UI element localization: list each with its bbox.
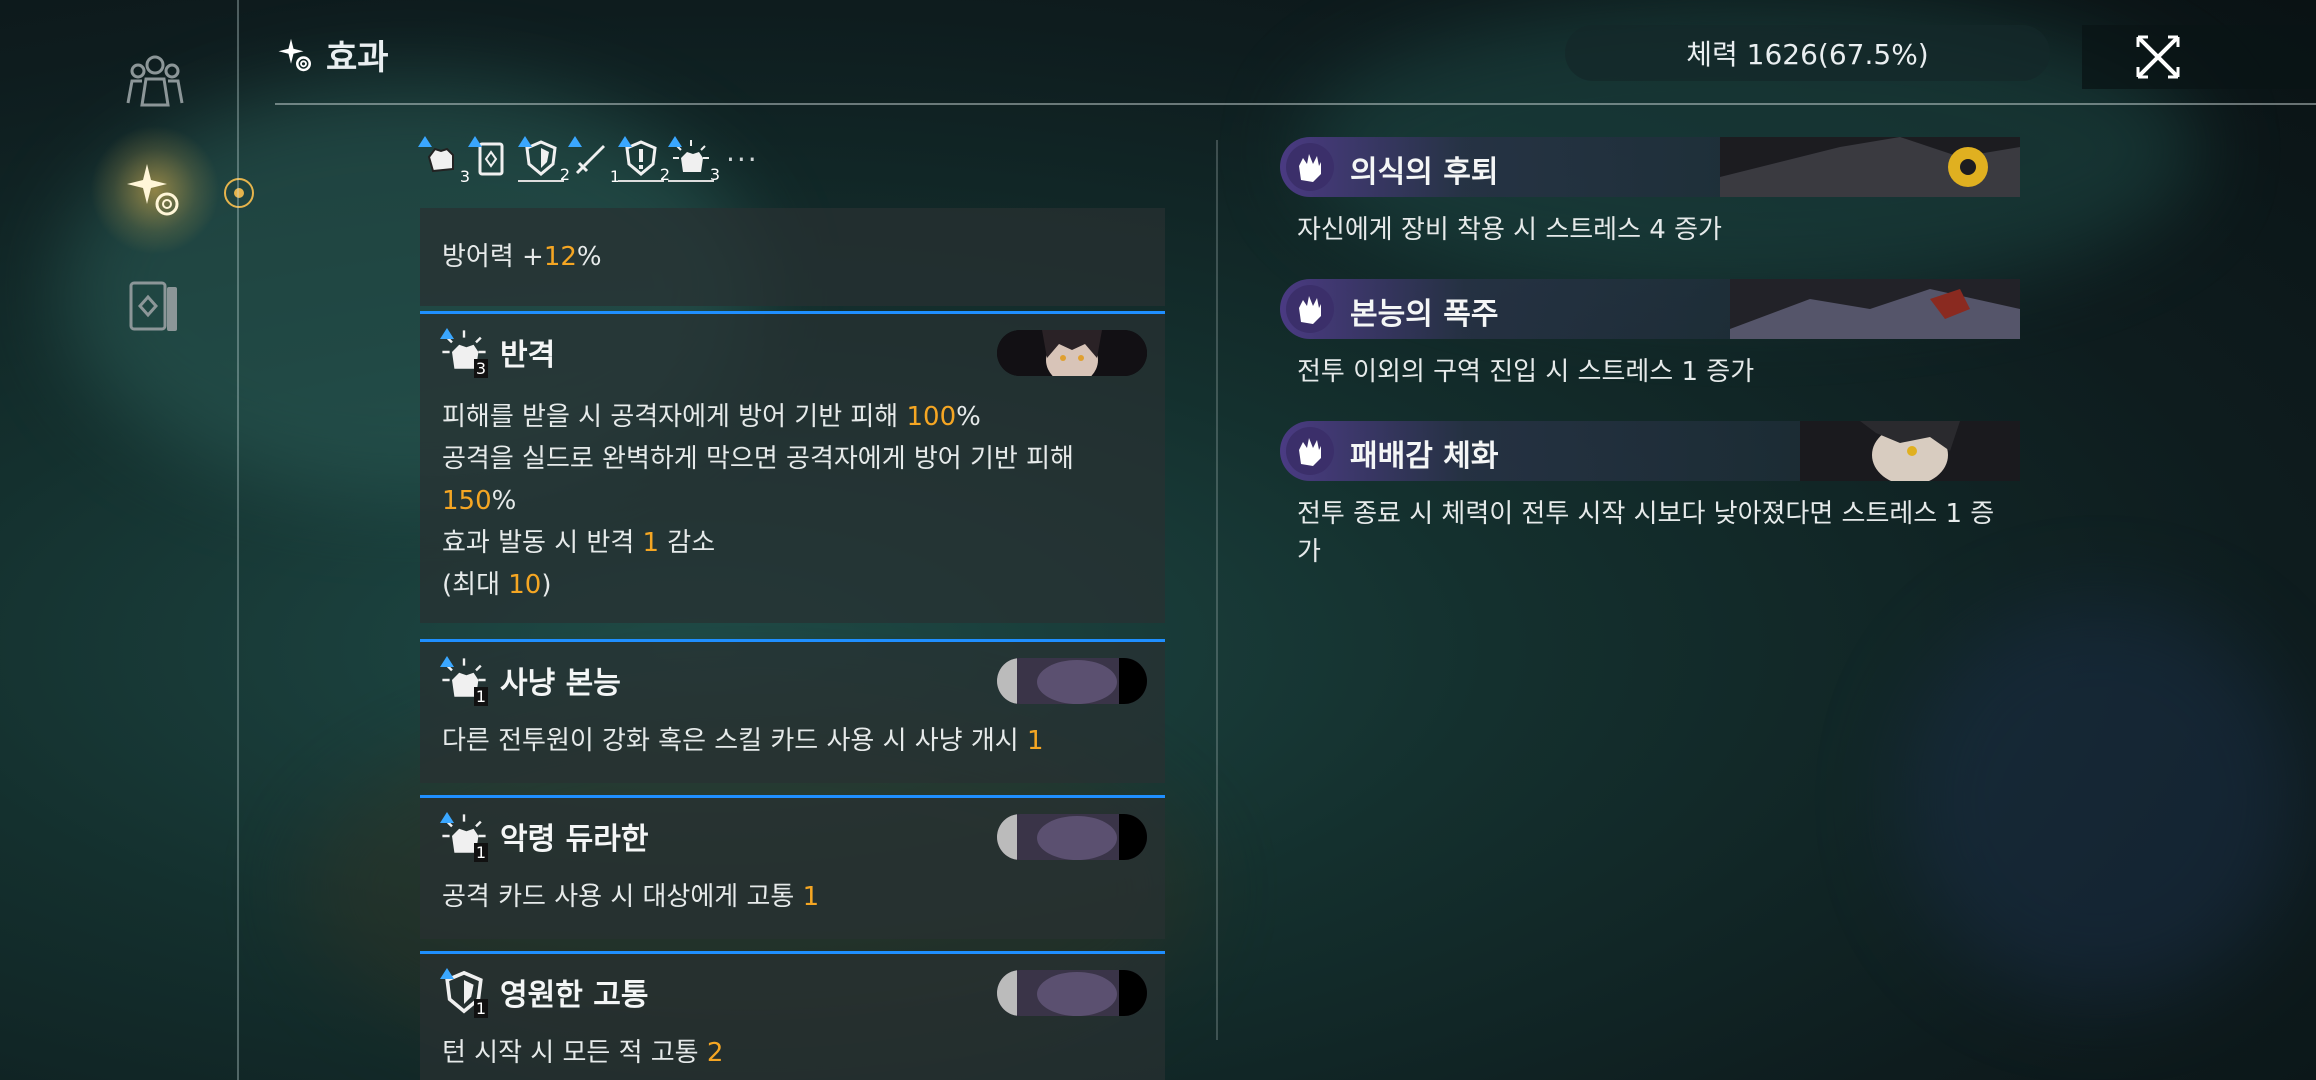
trait-portrait-art: [1800, 421, 2020, 481]
character-portrait: [997, 970, 1147, 1016]
effect-card-evil-dullahan: 1 악령 듀라한 공격 카드 사용 시 대상에게 고통 1: [420, 795, 1165, 939]
trait-name: 패배감 체화: [1350, 439, 1499, 474]
effect-description: 피해를 받을 시 공격자에게 방어 기반 피해 100% 공격을 실드로 완벽하…: [442, 402, 1074, 600]
trait-header: 패배감 체화: [1280, 421, 2020, 481]
effect-card-counter: 3 반격 피해를 받을 시 공격자에게 방어 기반 피해 100% 공격을 실드…: [420, 311, 1165, 623]
grasping-hand-icon: [1286, 427, 1334, 475]
tag-card[interactable]: [468, 136, 514, 182]
trait-description: 전투 종료 시 체력이 전투 시작 시보다 낮아졌다면 스트레스 1 증가: [1297, 499, 1995, 567]
burst-fist-icon: 1: [440, 656, 488, 706]
trait-item[interactable]: 본능의 폭주 전투 이외의 구역 진입 시 스트레스 1 증가: [1280, 279, 2020, 391]
tag-burst-fist[interactable]: 3: [668, 136, 720, 184]
tag-alert-shield[interactable]: 2: [618, 136, 670, 184]
party-tab[interactable]: [110, 35, 200, 125]
burst-fist-icon: 1: [440, 812, 488, 862]
deck-tab[interactable]: [110, 262, 200, 352]
page-title: 효과: [276, 30, 389, 79]
effect-description: 방어력 +12%: [442, 242, 602, 272]
grasping-hand-icon: [1286, 285, 1334, 333]
trait-name: 본능의 폭주: [1350, 297, 1499, 332]
close-x-icon: [2136, 35, 2180, 79]
burst-fist-icon: 3: [440, 328, 488, 378]
tag-shield[interactable]: 2: [518, 136, 570, 184]
grasping-hand-icon: [1286, 143, 1334, 191]
side-rail: [0, 0, 254, 1080]
effect-card-partial: 방어력 +12%: [420, 208, 1165, 306]
trait-description: 전투 이외의 구역 진입 시 스트레스 1 증가: [1297, 357, 1755, 387]
tag-sword[interactable]: 1: [568, 136, 620, 186]
character-portrait: [997, 330, 1147, 376]
shield-icon: 1: [440, 968, 488, 1018]
hp-status: 체력 1626(67.5%): [1565, 25, 2050, 81]
effects-sparkle-icon: [278, 38, 311, 71]
effect-description: 다른 전투원이 강화 혹은 스킬 카드 사용 시 사냥 개시 1: [442, 726, 1044, 756]
trait-item[interactable]: 의식의 후퇴 자신에게 장비 착용 시 스트레스 4 증가: [1280, 137, 2020, 249]
trait-header: 의식의 후퇴: [1280, 137, 2020, 197]
effect-name: 사냥 본능: [500, 666, 621, 701]
trait-portrait-art: [1720, 137, 2020, 197]
column-divider: [1216, 140, 1218, 1040]
trait-portrait-art: [1730, 279, 2020, 339]
card-deck-icon: [129, 281, 177, 331]
page-title-label: 효과: [326, 38, 389, 78]
trait-description: 자신에게 장비 착용 시 스트레스 4 증가: [1297, 215, 1722, 245]
trait-header: 본능의 폭주: [1280, 279, 2020, 339]
active-tab-marker: [224, 178, 254, 208]
effect-name: 반격: [500, 338, 556, 373]
effect-tag-row: 3 2 1 2 3 ···: [418, 136, 759, 186]
tag-fist[interactable]: 3: [418, 136, 470, 186]
effect-card-hunting-instinct: 1 사냥 본능 다른 전투원이 강화 혹은 스킬 카드 사용 시 사냥 개시 1: [420, 639, 1165, 783]
trait-item[interactable]: 패배감 체화 전투 종료 시 체력이 전투 시작 시보다 낮아졌다면 스트레스 …: [1280, 421, 2020, 571]
character-portrait: [997, 814, 1147, 860]
close-button[interactable]: [2082, 25, 2316, 89]
more-tags-indicator[interactable]: ···: [726, 143, 759, 176]
hp-text: 체력 1626(67.5%): [1686, 38, 1929, 71]
effect-description: 공격 카드 사용 시 대상에게 고통 1: [442, 882, 820, 912]
header-divider: [275, 103, 2316, 105]
character-portrait: [997, 658, 1147, 704]
effect-list[interactable]: 방어력 +12% 3 반격 피해를 받을 시 공격자에게 방어 기반 피해 10…: [420, 208, 1165, 1080]
trait-name: 의식의 후퇴: [1350, 155, 1499, 190]
party-icon: [126, 55, 184, 107]
effect-description: 턴 시작 시 모든 적 고통 2: [442, 1038, 724, 1068]
effect-card-eternal-pain: 1 영원한 고통 턴 시작 시 모든 적 고통 2: [420, 951, 1165, 1080]
effects-tab[interactable]: [90, 125, 220, 255]
effects-sparkle-icon: [127, 164, 179, 216]
effect-name: 악령 듀라한: [500, 822, 649, 857]
effect-name: 영원한 고통: [500, 978, 649, 1013]
